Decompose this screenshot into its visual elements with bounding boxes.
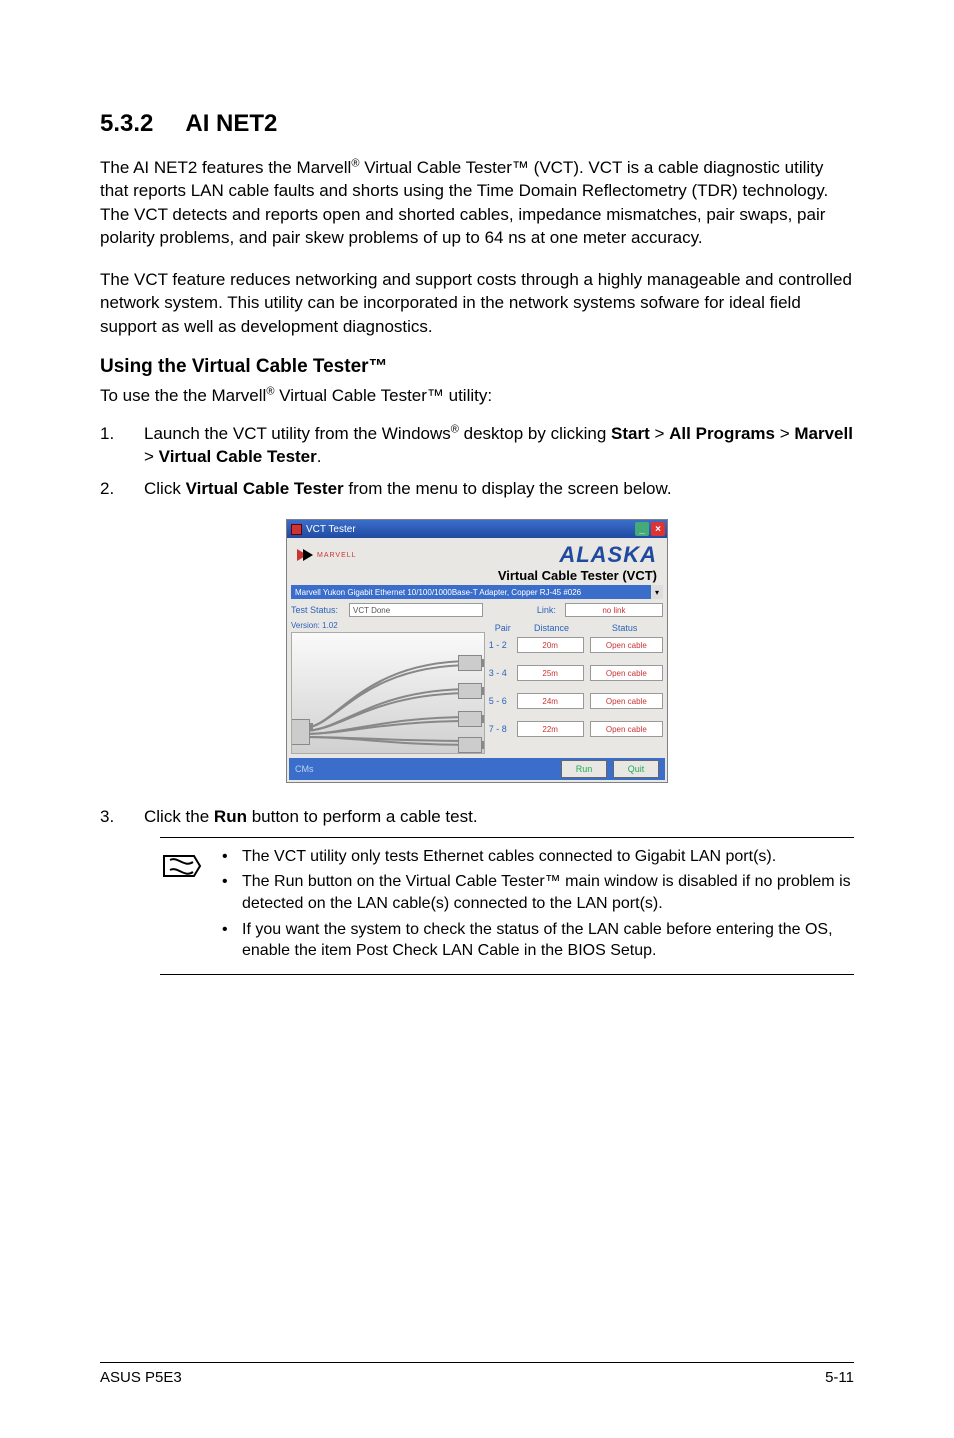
rj45-icon bbox=[291, 719, 310, 745]
cable-diagram bbox=[291, 632, 485, 754]
alaska-logo: ALASKA bbox=[559, 542, 657, 568]
cms-label: CMs bbox=[295, 764, 314, 774]
section-heading: 5.3.2 AI NET2 bbox=[100, 110, 854, 138]
sub-line: To use the the Marvell® Virtual Cable Te… bbox=[100, 384, 854, 407]
vct-subtitle: Virtual Cable Tester (VCT) bbox=[287, 568, 667, 583]
result-row: 1 - 2 20m Open cable bbox=[489, 637, 663, 653]
run-button[interactable]: Run bbox=[561, 760, 607, 778]
page-footer: ASUS P5E3 5-11 bbox=[100, 1362, 854, 1386]
section-title-text: AI NET2 bbox=[185, 110, 277, 137]
paragraph-2: The VCT feature reduces networking and s… bbox=[100, 268, 854, 338]
footer-right: 5-11 bbox=[825, 1369, 854, 1386]
section-number: 5.3.2 bbox=[100, 110, 153, 137]
app-icon bbox=[291, 524, 302, 535]
adapter-dropdown[interactable]: Marvell Yukon Gigabit Ethernet 10/100/10… bbox=[291, 585, 663, 599]
note-icon bbox=[160, 850, 204, 884]
step-2: 2. Click Virtual Cable Tester from the m… bbox=[100, 477, 854, 501]
step-3: 3. Click the Run button to perform a cab… bbox=[100, 805, 854, 829]
result-row: 7 - 8 22m Open cable bbox=[489, 721, 663, 737]
rj45-icon bbox=[458, 737, 482, 753]
result-header: Pair Distance Status bbox=[489, 623, 663, 633]
version-label: Version: 1.02 bbox=[291, 621, 483, 630]
adapter-text: Marvell Yukon Gigabit Ethernet 10/100/10… bbox=[295, 588, 581, 597]
note-block: •The VCT utility only tests Ethernet cab… bbox=[160, 837, 854, 975]
close-button[interactable]: × bbox=[651, 522, 665, 536]
paragraph-1: The AI NET2 features the Marvell® Virtua… bbox=[100, 156, 854, 250]
chevron-down-icon[interactable]: ▾ bbox=[651, 585, 663, 599]
note-item: •The Run button on the Virtual Cable Tes… bbox=[222, 871, 854, 914]
sub-heading: Using the Virtual Cable Tester™ bbox=[100, 356, 854, 378]
vct-app-window: VCT Tester _ × MARVELL ALASKA Virtual Ca… bbox=[286, 519, 668, 783]
rj45-icon bbox=[458, 711, 482, 727]
rj45-icon bbox=[458, 683, 482, 699]
rj45-icon bbox=[458, 655, 482, 671]
result-row: 5 - 6 24m Open cable bbox=[489, 693, 663, 709]
footer-left: ASUS P5E3 bbox=[100, 1369, 182, 1386]
note-item: •If you want the system to check the sta… bbox=[222, 919, 854, 962]
vct-bottom-bar: CMs Run Quit bbox=[289, 758, 665, 780]
vct-title: VCT Tester bbox=[306, 524, 356, 535]
minimize-button[interactable]: _ bbox=[635, 522, 649, 536]
step-1: 1. Launch the VCT utility from the Windo… bbox=[100, 422, 854, 470]
quit-button[interactable]: Quit bbox=[613, 760, 659, 778]
test-status-label: Test Status: bbox=[291, 605, 349, 615]
note-item: •The VCT utility only tests Ethernet cab… bbox=[222, 846, 854, 868]
link-value: no link bbox=[565, 603, 663, 617]
link-label: Link: bbox=[537, 605, 565, 615]
vct-titlebar: VCT Tester _ × bbox=[287, 520, 667, 538]
test-status-value: VCT Done bbox=[349, 603, 483, 617]
result-row: 3 - 4 25m Open cable bbox=[489, 665, 663, 681]
marvell-logo: MARVELL bbox=[297, 549, 357, 561]
